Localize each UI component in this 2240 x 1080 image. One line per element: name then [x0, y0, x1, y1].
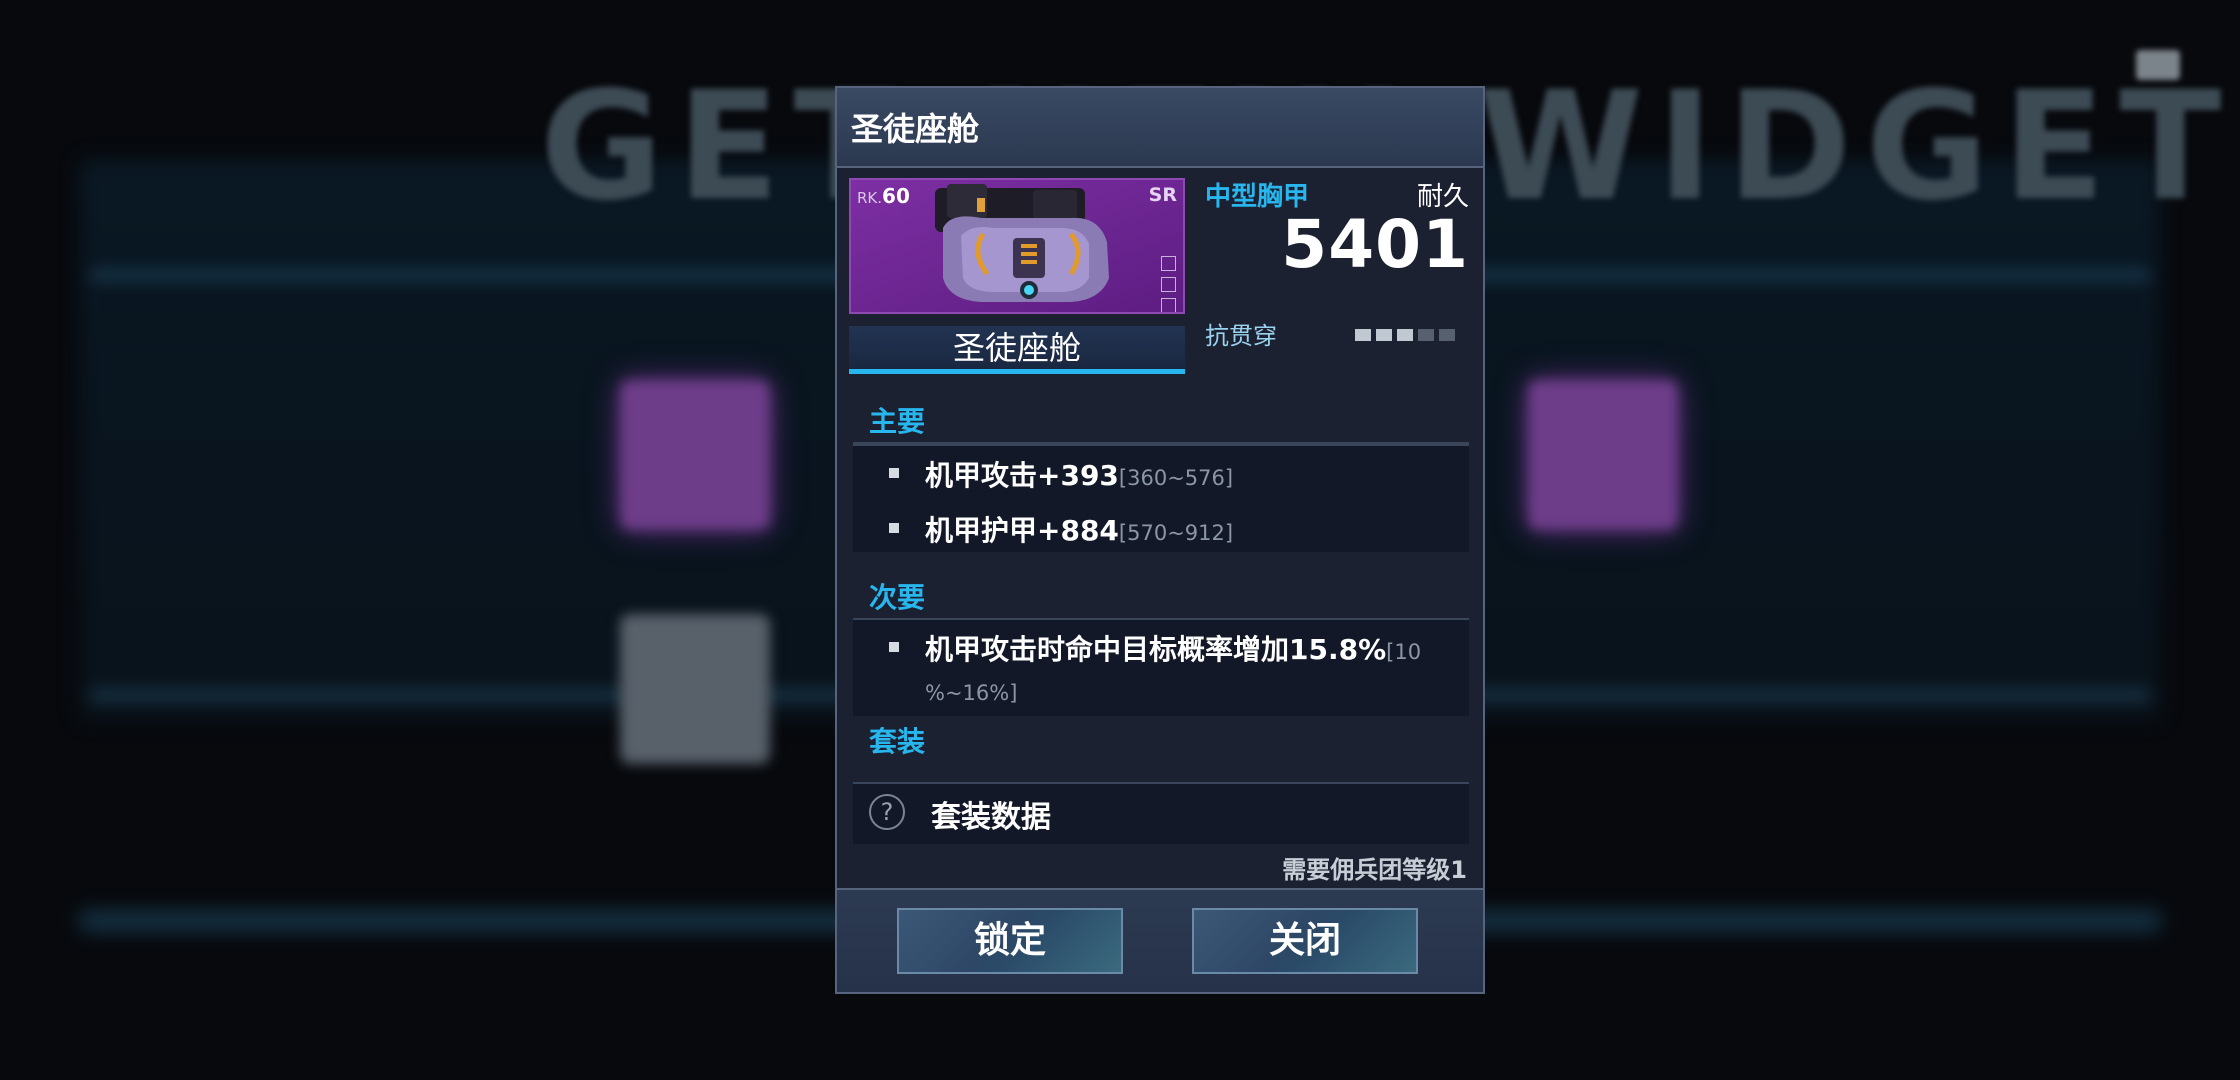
stat-text: 机甲攻击时命中目标概率增加15.8%: [925, 633, 1387, 666]
item-card: RK.60 SR: [849, 178, 1185, 314]
item-detail-dialog: 圣徒座舱 RK.60 SR 圣徒座舱 中型胸甲 耐久 5401 抗贯穿 主要 机…: [835, 86, 1485, 994]
penetration-pip: [1439, 329, 1455, 341]
penetration-pip: [1418, 329, 1434, 341]
dialog-title: 圣徒座舱: [851, 110, 980, 148]
close-button[interactable]: 关闭: [1192, 908, 1418, 974]
stat-range: [570~912]: [1118, 521, 1234, 545]
item-rank: RK.60: [857, 184, 910, 208]
secondary-section-title: 次要: [869, 581, 926, 614]
socket-slot: [1161, 256, 1176, 271]
set-data-label: 套装数据: [931, 800, 1051, 835]
item-rarity: SR: [1148, 184, 1177, 206]
stat-text: 机甲攻击+393: [925, 459, 1119, 492]
set-info-panel[interactable]: ? 套装数据: [853, 782, 1469, 844]
mech-chest-armor-icon: [935, 184, 1109, 302]
bullet-icon: [889, 642, 899, 652]
dialog-header: 圣徒座舱: [837, 88, 1483, 168]
item-name-plate: 圣徒座舱: [849, 326, 1185, 374]
background-reward-slot: [620, 614, 770, 764]
lock-button[interactable]: 锁定: [897, 908, 1123, 974]
background-reward-slot: [620, 380, 770, 530]
bullet-icon: [889, 468, 899, 478]
set-section-title: 套装: [869, 725, 926, 758]
penetration-pip: [1355, 329, 1371, 341]
level-requirement: 需要佣兵团等级1: [1282, 856, 1467, 884]
penetration-label: 抗贯穿: [1205, 322, 1277, 350]
stat-range: [10: [1386, 640, 1422, 664]
bullet-icon: [889, 523, 899, 533]
secondary-stats-panel: 机甲攻击时命中目标概率增加15.8%[10 %~16%]: [853, 618, 1469, 716]
item-name: 圣徒座舱: [952, 329, 1081, 367]
primary-section-title: 主要: [869, 405, 926, 438]
socket-slot: [1161, 298, 1176, 312]
penetration-meter: [1355, 326, 1460, 345]
rank-prefix: RK.: [857, 189, 883, 207]
background-reward-slot: [1528, 380, 1678, 530]
penetration-pip: [1397, 329, 1413, 341]
socket-slot: [1161, 277, 1176, 292]
rank-value: 60: [882, 184, 910, 208]
dialog-footer: 锁定 关闭: [837, 888, 1483, 992]
stat-range: [360~576]: [1118, 466, 1234, 490]
durability-value: 5401: [1281, 206, 1469, 283]
penetration-pip: [1376, 329, 1392, 341]
stat-text: 机甲护甲+884: [925, 514, 1119, 547]
background-menu-icon: [2136, 50, 2180, 80]
stat-range-continued: %~16%]: [925, 681, 1018, 705]
question-icon[interactable]: ?: [869, 794, 905, 830]
primary-stats-panel: 机甲攻击+393[360~576] 机甲护甲+884[570~912]: [853, 444, 1469, 552]
socket-slots: [1161, 256, 1177, 312]
